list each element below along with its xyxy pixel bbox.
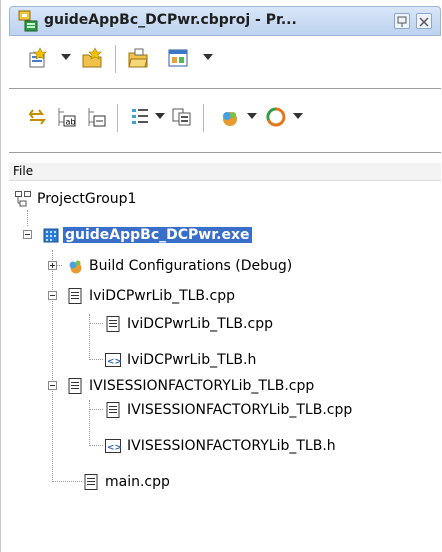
svg-text:<>: <>: [107, 357, 121, 367]
new-item-icon[interactable]: [27, 47, 49, 69]
refresh-icon[interactable]: [265, 106, 287, 128]
tree-node-ividcpwr-cpp[interactable]: IviDCPwrLib_TLB.cpp: [15, 285, 435, 307]
options-icon[interactable]: [219, 106, 241, 128]
tree-node-ivisession-cpp[interactable]: IVISESSIONFACTORYLib_TLB.cpp: [15, 375, 435, 397]
ividcpwr-child-cpp-label: IviDCPwrLib_TLB.cpp: [127, 316, 273, 332]
open-project-icon[interactable]: [127, 47, 149, 69]
ividcpwr-child-h-label: IviDCPwrLib_TLB.h: [127, 352, 257, 368]
tree-node-ividcpwr-child-h[interactable]: <> IviDCPwrLib_TLB.h: [15, 349, 435, 371]
toolbar-divider: [9, 88, 441, 89]
exe-project-icon: [43, 228, 59, 243]
toolbar-secondary: ab: [9, 96, 441, 140]
cpp-file-icon: [84, 474, 98, 490]
tree-node-project-group[interactable]: ProjectGroup1: [15, 188, 435, 210]
close-panel-button[interactable]: [416, 13, 432, 29]
toolbar-divider: [9, 152, 441, 153]
tree-node-main-cpp[interactable]: main.cpp: [15, 471, 435, 493]
options-dropdown-arrow[interactable]: [247, 113, 257, 119]
list-dropdown-arrow[interactable]: [155, 113, 165, 119]
project-group-node-icon: [15, 191, 31, 207]
ivisession-child-cpp-label: IVISESSIONFACTORYLib_TLB.cpp: [127, 402, 353, 418]
project-group-label: ProjectGroup1: [37, 191, 137, 207]
project-group-icon: [18, 10, 38, 32]
build-icon[interactable]: [171, 106, 193, 128]
build-configurations-label: Build Configurations (Debug): [89, 258, 293, 274]
cpp-file-icon: [68, 378, 82, 394]
collapse-toggle[interactable]: [48, 291, 57, 300]
cpp-file-icon: [68, 288, 82, 304]
ividcpwr-cpp-label: IviDCPwrLib_TLB.cpp: [89, 288, 235, 304]
toolbar-primary: [9, 37, 441, 81]
header-file-icon: <>: [105, 353, 121, 367]
expand-icon[interactable]: ab: [55, 106, 77, 128]
ivisession-cpp-label: IVISESSIONFACTORYLib_TLB.cpp: [89, 378, 315, 394]
tree-node-ividcpwr-child-cpp[interactable]: IviDCPwrLib_TLB.cpp: [15, 313, 435, 335]
expand-toggle[interactable]: [48, 261, 57, 270]
ivisession-child-h-label: IVISESSIONFACTORYLib_TLB.h: [127, 438, 336, 454]
view-form-icon[interactable]: [167, 47, 189, 69]
window-title: guideAppBc_DCPwr.cbproj - Pr...: [44, 12, 297, 28]
main-cpp-label: main.cpp: [105, 474, 170, 490]
refresh-dropdown-arrow[interactable]: [293, 113, 303, 119]
file-column-label: File: [13, 164, 34, 178]
sync-icon[interactable]: [27, 106, 49, 128]
header-file-icon: <>: [105, 439, 121, 453]
cpp-file-icon: [106, 402, 120, 418]
project-manager-panel: guideAppBc_DCPwr.cbproj - Pr... ab File …: [0, 0, 442, 552]
project-label: guideAppBc_DCPwr.exe: [63, 227, 252, 243]
list-icon[interactable]: [129, 106, 151, 128]
tree-node-ivisession-child-cpp[interactable]: IVISESSIONFACTORYLib_TLB.cpp: [15, 399, 435, 421]
new-item-dropdown-arrow[interactable]: [61, 54, 71, 60]
toolbar-separator: [115, 45, 116, 73]
tree-node-ivisession-child-h[interactable]: <> IVISESSIONFACTORYLib_TLB.h: [15, 435, 435, 457]
collapse-icon[interactable]: [85, 106, 107, 128]
svg-text:ab: ab: [66, 118, 76, 127]
pin-icon: [397, 16, 407, 27]
cpp-file-icon: [106, 316, 120, 332]
collapse-toggle[interactable]: [48, 381, 57, 390]
add-file-icon[interactable]: [81, 47, 103, 69]
collapse-toggle[interactable]: [23, 230, 32, 239]
toolbar-separator: [117, 104, 118, 132]
pin-button[interactable]: [394, 13, 410, 29]
svg-text:<>: <>: [107, 443, 121, 453]
build-config-icon: [69, 260, 82, 274]
toolbar-separator: [203, 104, 204, 132]
file-column-header[interactable]: File: [9, 163, 441, 181]
close-icon: [419, 17, 429, 27]
tree-node-build-configurations[interactable]: Build Configurations (Debug): [15, 255, 435, 277]
view-dropdown-arrow[interactable]: [203, 54, 213, 60]
tree-node-project[interactable]: guideAppBc_DCPwr.exe: [15, 224, 435, 246]
panel-titlebar[interactable]: guideAppBc_DCPwr.cbproj - Pr...: [9, 6, 441, 36]
